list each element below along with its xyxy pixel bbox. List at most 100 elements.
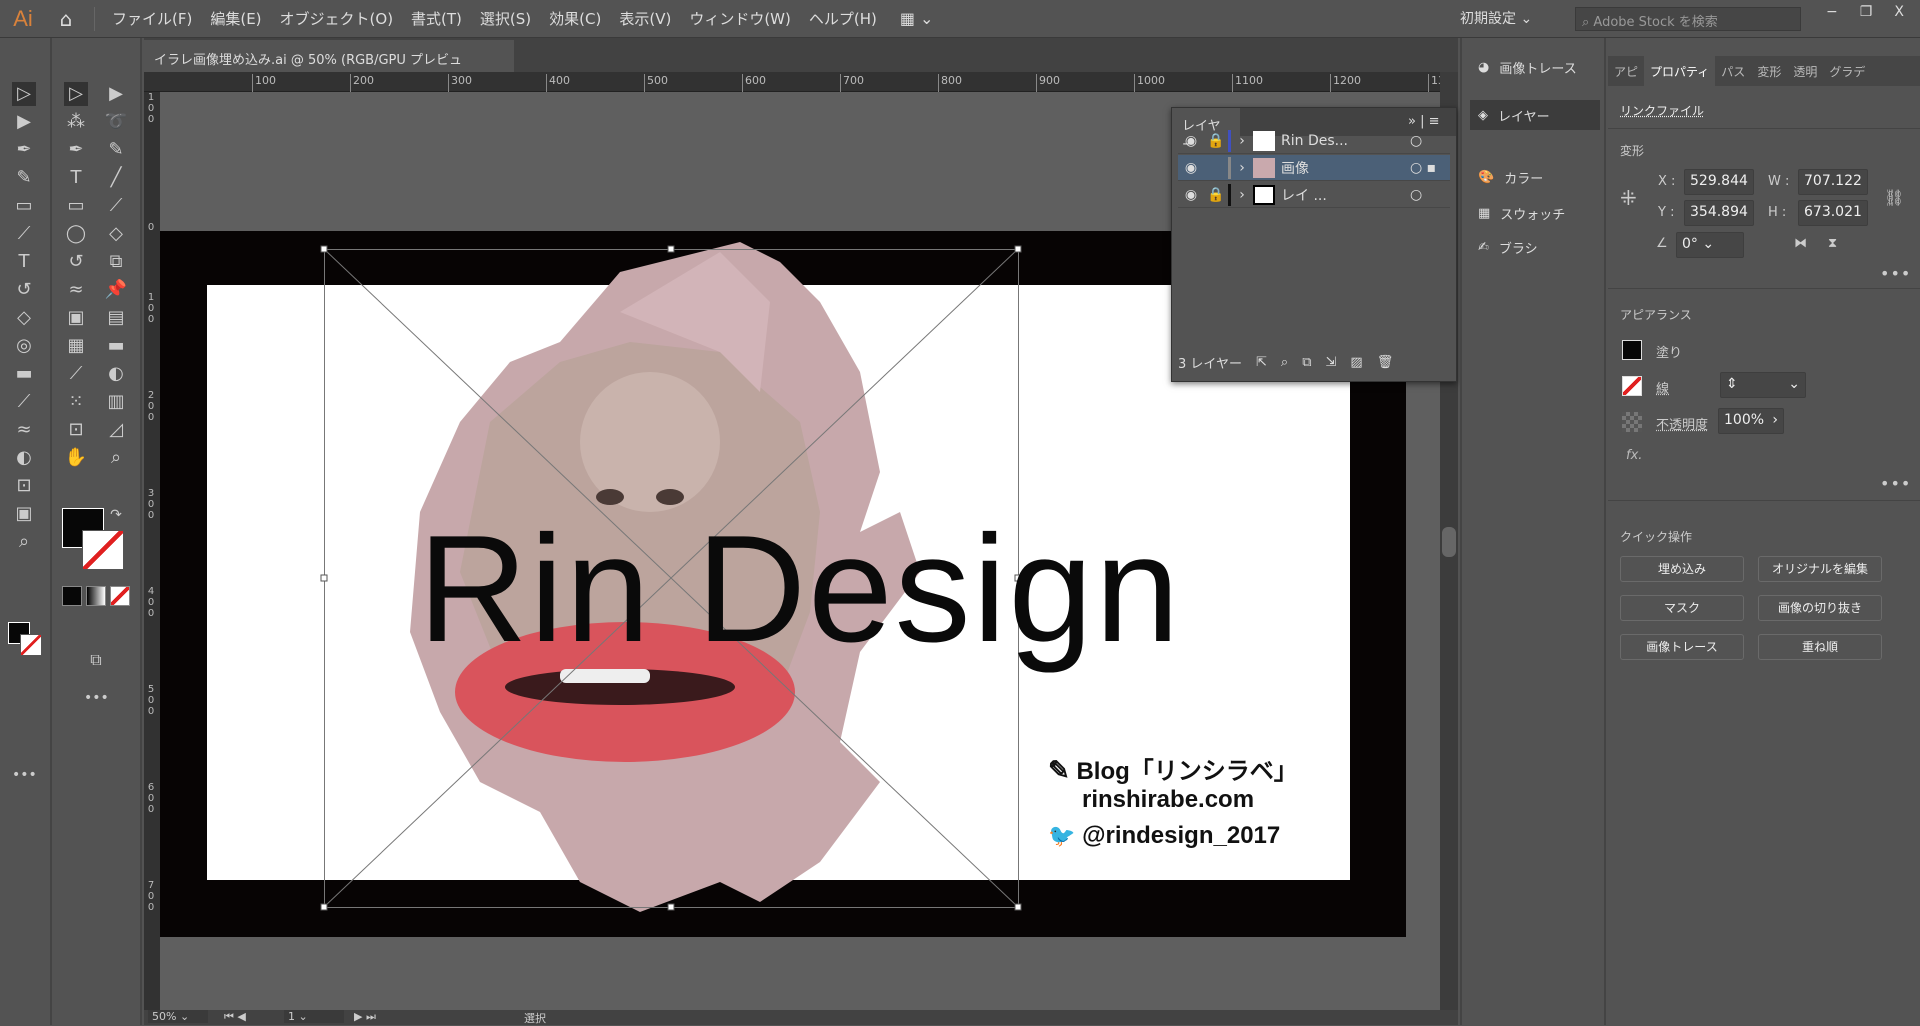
artboard-next-icon[interactable]: ▶ ⏭ [354, 1010, 376, 1024]
blend-tool-icon[interactable]: ◐ [12, 446, 36, 470]
delete-icon[interactable]: 🗑 [1377, 355, 1394, 370]
selection-tool-icon[interactable]: ▷ [12, 82, 36, 106]
stock-search-input[interactable]: ⌕ Adobe Stock を検索 [1575, 7, 1801, 31]
paintbrush-tool-icon[interactable]: ⟋ [104, 194, 128, 218]
tab-properties[interactable]: プロパティ [1644, 56, 1716, 86]
eyedropper-tool-icon[interactable]: ⟋ [12, 390, 36, 414]
none-button[interactable] [110, 586, 130, 606]
layer-row[interactable]: ◉ 🔒 › レイ ... ○ [1178, 182, 1450, 208]
line-tool-icon[interactable]: ╱ [104, 166, 128, 190]
menu-type[interactable]: 書式(T) [402, 8, 471, 29]
menu-edit[interactable]: 編集(E) [201, 8, 270, 29]
pen-tool-icon[interactable]: ✒ [64, 138, 88, 162]
rectangle-tool-icon[interactable]: ▭ [12, 194, 36, 218]
selection-tool-icon[interactable]: ▷ [64, 82, 88, 106]
artboard-prev-icon[interactable]: ⏮ ◀ [224, 1010, 246, 1024]
rectangle-tool-icon[interactable]: ▭ [64, 194, 88, 218]
workspace-switcher[interactable]: 初期設定 ⌄ [1460, 6, 1560, 32]
zoom-tool-icon[interactable]: ⌕ [12, 530, 36, 554]
expand-icon[interactable]: › [1231, 160, 1253, 176]
color-button[interactable] [62, 586, 82, 606]
tab-appearance[interactable]: アピ [1608, 56, 1644, 86]
lock-icon[interactable]: 🔒 [1204, 187, 1228, 203]
eraser-tool-icon[interactable]: ◇ [12, 306, 36, 330]
stroke-swatch[interactable] [20, 634, 42, 656]
lasso-tool-icon[interactable]: ➰ [104, 110, 128, 134]
slice-tool-icon[interactable]: ◿ [104, 418, 128, 442]
fill-color-swatch[interactable] [1622, 340, 1642, 360]
tab-transparency[interactable]: 透明 [1787, 56, 1823, 86]
more-tools-icon[interactable]: ••• [84, 686, 109, 710]
close-window-button[interactable]: X [1894, 4, 1904, 26]
tab-pathfinder[interactable]: パス [1715, 56, 1751, 86]
width-tool-icon[interactable]: ≈ [64, 278, 88, 302]
eye-icon[interactable]: ◉ [1178, 133, 1204, 149]
vertical-ruler[interactable]: 1 0 0 0 1 0 0 2 0 0 3 0 0 4 0 0 5 0 0 6 0 0 7 0 … [144, 92, 160, 1012]
fx-button[interactable]: fx. [1626, 448, 1642, 463]
document-tab[interactable]: イラレ画像埋め込み.ai @ 50% (RGB/GPU プレビュー)× [144, 40, 514, 87]
zoom-select[interactable]: 50% ⌄ [148, 1010, 208, 1023]
locate-object-icon[interactable]: ⌕ [1281, 355, 1288, 370]
h-field[interactable]: 673.021 [1798, 200, 1868, 226]
dock-layers[interactable]: ◈ レイヤー [1470, 100, 1600, 130]
reference-point-icon[interactable]: ⁜ [1620, 186, 1637, 210]
more-options-icon[interactable]: ••• [1880, 264, 1911, 283]
opacity-field[interactable]: 100% › [1718, 408, 1784, 434]
live-paint-tool-icon[interactable]: ▣ [64, 306, 88, 330]
hand-tool-icon[interactable]: ✋ [64, 446, 88, 470]
eye-icon[interactable]: ◉ [1178, 187, 1204, 203]
menu-view[interactable]: 表示(V) [610, 8, 680, 29]
tab-transform[interactable]: 変形 [1751, 56, 1787, 86]
swap-colors-icon[interactable]: ↷ [104, 503, 128, 527]
artboard-tool-icon[interactable]: ⊡ [12, 474, 36, 498]
pen-tool-icon[interactable]: ✒ [12, 138, 36, 162]
shaper-tool-icon[interactable]: ◯ [64, 222, 88, 246]
stroke-color-swatch[interactable] [1622, 376, 1642, 396]
collect-export-icon[interactable]: ⇱ [1256, 355, 1267, 370]
magic-wand-tool-icon[interactable]: ⁂ [64, 110, 88, 134]
rotate-angle-select[interactable]: 0° ⌄ [1676, 232, 1744, 258]
x-field[interactable]: 529.844 [1684, 169, 1754, 195]
y-field[interactable]: 354.894 [1684, 200, 1754, 226]
target-icon[interactable]: ○ [1410, 133, 1450, 149]
flip-horizontal-icon[interactable]: ⧓ [1794, 236, 1807, 251]
layer-name[interactable]: レイ ... [1281, 185, 1410, 205]
lock-icon[interactable]: 🔒 [1204, 133, 1228, 149]
arrange-documents-icon[interactable]: ▦ ⌄ [900, 9, 934, 28]
direct-selection-tool-icon[interactable]: ▶ [12, 110, 36, 134]
stroke-label[interactable]: 線 [1656, 378, 1669, 397]
shape-builder-tool-icon[interactable]: ◎ [12, 334, 36, 358]
layer-name[interactable]: 画像 [1281, 158, 1410, 178]
artboard-tool-icon[interactable]: ⊡ [64, 418, 88, 442]
expand-icon[interactable]: › [1231, 133, 1253, 149]
stroke-swatch[interactable] [82, 530, 124, 570]
mesh-tool-icon[interactable]: ▦ [64, 334, 88, 358]
current-tool-status[interactable]: 選択 [524, 1010, 546, 1026]
more-options-icon[interactable]: ••• [1880, 474, 1911, 493]
paintbrush-tool-icon[interactable]: ⟋ [12, 222, 36, 246]
layer-row[interactable]: ◉ 🔒 › Rin Des... ○ [1178, 128, 1450, 154]
home-icon[interactable]: ⌂ [46, 7, 86, 31]
dock-brushes[interactable]: ✍ ブラシ [1470, 232, 1600, 262]
perspective-grid-tool-icon[interactable]: ▤ [104, 306, 128, 330]
gradient-button[interactable] [86, 586, 106, 606]
new-layer-icon[interactable]: ▨ [1350, 355, 1362, 370]
eye-icon[interactable]: ◉ [1178, 160, 1204, 176]
rotate-tool-icon[interactable]: ↺ [64, 250, 88, 274]
link-file-link[interactable]: リンクファイル [1620, 102, 1704, 119]
menu-object[interactable]: オブジェクト(O) [271, 8, 403, 29]
target-icon[interactable]: ○ ▪ [1410, 160, 1450, 176]
zoom-tool-icon[interactable]: ⌕ [104, 446, 128, 470]
puppet-warp-tool-icon[interactable]: ≈ [12, 418, 36, 442]
opacity-label[interactable]: 不透明度 [1656, 414, 1708, 433]
crop-image-button[interactable]: 画像の切り抜き [1758, 595, 1882, 621]
flip-vertical-icon[interactable]: ⧗ [1828, 236, 1837, 251]
gradient-tool-icon[interactable]: ▬ [12, 362, 36, 386]
gradient-tool-icon[interactable]: ▬ [104, 334, 128, 358]
image-trace-button[interactable]: 画像トレース [1620, 634, 1744, 660]
minimize-button[interactable]: − [1826, 4, 1838, 26]
menu-help[interactable]: ヘルプ(H) [800, 8, 886, 29]
dock-color[interactable]: 🎨 カラー [1470, 162, 1600, 192]
symbol-sprayer-tool-icon[interactable]: ⁙ [64, 390, 88, 414]
eyedropper-tool-icon[interactable]: ⟋ [64, 362, 88, 386]
